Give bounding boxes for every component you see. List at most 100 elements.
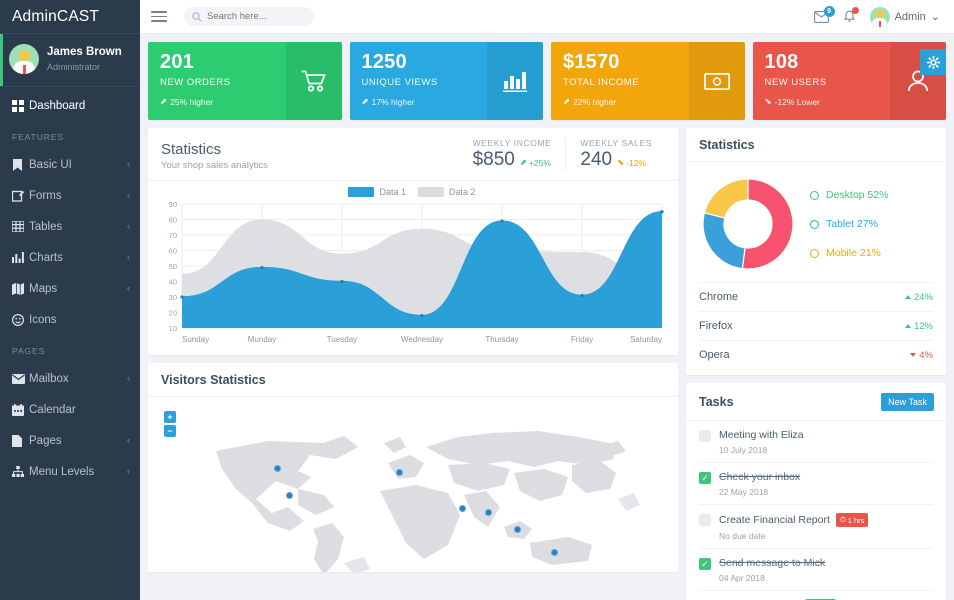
task-checkbox[interactable] [699,558,711,570]
stat-card-new-users[interactable]: 108 NEW USERS ⬊-12% Lower [753,42,947,120]
stat-value: 1250 [362,51,488,73]
sidebar-item-pages[interactable]: Pages ‹ [0,425,140,456]
stat-value: 108 [765,51,891,73]
search-box[interactable] [184,7,314,26]
task-item[interactable]: Meeting with Eliza 10 July 2018 [699,421,933,463]
svg-text:80: 80 [169,216,177,225]
browser-delta: 4% [910,350,933,361]
legend-item-tablet[interactable]: Tablet 27% [810,218,888,230]
task-item[interactable]: Create new page 2 Days [699,591,933,600]
task-item[interactable]: Send message to Mick 04 Apr 2018 [699,549,933,591]
donut-slice[interactable] [703,213,745,269]
map-pin[interactable] [485,509,492,516]
map-zoom-in-button[interactable]: + [164,411,176,423]
user-menu[interactable]: Admin ⌄ [870,7,940,27]
circle-icon [810,191,819,200]
chevron-left-icon: ‹ [127,160,130,169]
browser-name: Opera [699,349,730,361]
stat-trend: ⬈22% higher [563,96,689,107]
hamburger-icon[interactable] [148,6,170,28]
svg-text:Sunday: Sunday [182,335,209,344]
world-map[interactable]: + − [148,397,678,572]
sidebar-item-icons[interactable]: Icons [0,304,140,335]
task-checkbox[interactable] [699,514,711,526]
task-title-row: Send message to Mick [719,557,933,569]
stat-trend: ⬈17% higher [362,96,488,107]
task-item[interactable]: Check your inbox 22 May 2018 [699,463,933,505]
arrow-up-icon: ⬈ [520,157,527,168]
search-input[interactable] [207,11,306,22]
sidebar-item-mailbox[interactable]: Mailbox ‹ [0,363,140,394]
map-pin[interactable] [514,526,521,533]
browser-row: Chrome 24% [699,282,933,311]
sidebar-item-basic-ui[interactable]: Basic UI ‹ [0,149,140,180]
stat-card-total-income[interactable]: $1570 TOTAL INCOME ⬈22% higher [551,42,745,120]
notification-dot-badge [852,7,859,14]
sidebar-item-label: Dashboard [29,100,130,112]
task-title-row: Check your inbox [719,471,933,483]
table-icon [12,221,29,232]
sidebar-profile[interactable]: James Brown Administrator [0,34,140,87]
map-pin[interactable] [286,492,293,499]
map-pin[interactable] [274,465,281,472]
browser-row: Opera 4% [699,340,933,369]
grid-icon [12,100,29,112]
main-area: 9 Admin ⌄ [140,0,954,600]
sidebar-item-maps[interactable]: Maps ‹ [0,273,140,304]
smiley-icon [12,314,29,326]
bar-chart-icon [487,42,543,120]
sidebar-item-forms[interactable]: Forms ‹ [0,180,140,211]
task-checkbox[interactable] [699,472,711,484]
brand-logo[interactable]: AdminCAST [0,0,140,34]
svg-text:Friday: Friday [571,335,593,344]
svg-text:60: 60 [169,247,177,256]
notifications-button[interactable] [843,10,856,23]
stat-card-new-orders[interactable]: 201 NEW ORDERS ⬈25% higher [148,42,342,120]
task-title: Create Financial Report [719,514,830,526]
donut-chart [700,176,796,272]
new-task-button[interactable]: New Task [881,393,934,411]
legend-label: Data 2 [449,187,476,197]
sidebar-item-tables[interactable]: Tables ‹ [0,211,140,242]
donut-slice[interactable] [704,179,748,218]
topbar: 9 Admin ⌄ [140,0,954,34]
kpi-value: $850 [473,149,515,171]
map-zoom-out-button[interactable]: − [164,425,176,437]
map-pin[interactable] [459,505,466,512]
sidebar-item-label: Pages [29,435,127,447]
tasks-list: Meeting with Eliza 10 July 2018 Check yo… [686,421,946,600]
browser-delta: 24% [905,292,933,303]
map-pin[interactable] [551,549,558,556]
map-pin[interactable] [396,469,403,476]
sidebar-item-charts[interactable]: Charts ‹ [0,242,140,273]
legend-item-data1[interactable]: Data 1 [348,187,406,197]
messages-button[interactable]: 9 [814,11,829,23]
settings-gear-button[interactable] [920,49,946,75]
file-icon [12,435,29,447]
calendar-icon [12,404,29,416]
task-item[interactable]: Create Financial Report ⏱1 hrs No due da… [699,505,933,549]
right-column: Statistics Desktop 52% [686,128,946,600]
legend-item-data2[interactable]: Data 2 [418,187,476,197]
legend-item-mobile[interactable]: Mobile 21% [810,247,888,259]
task-checkbox[interactable] [699,430,711,442]
donut-slice[interactable] [742,179,793,269]
map-zoom-controls: + − [164,411,176,437]
map-graphic [148,403,678,572]
stat-value: $1570 [563,51,689,73]
arrow-down-icon: ⬊ [765,96,772,107]
admin-dashboard: AdminCAST James Brown Administrator Dash… [0,0,954,600]
sidebar-section-pages: PAGES [0,335,140,363]
bar-chart-icon [12,252,29,263]
stat-card-unique-views[interactable]: 1250 UNIQUE VIEWS ⬈17% higher [350,42,544,120]
sidebar-item-dashboard[interactable]: Dashboard [0,90,140,121]
browser-delta: 12% [905,321,933,332]
brand-name: AdminCAST [12,8,99,26]
legend-label: Data 1 [379,187,406,197]
legend-swatch [348,187,374,197]
stat-label: NEW ORDERS [160,77,286,88]
sidebar-item-menu-levels[interactable]: Menu Levels ‹ [0,456,140,487]
legend-item-desktop[interactable]: Desktop 52% [810,189,888,201]
task-date: No due date [719,531,933,541]
sidebar-item-calendar[interactable]: Calendar [0,394,140,425]
